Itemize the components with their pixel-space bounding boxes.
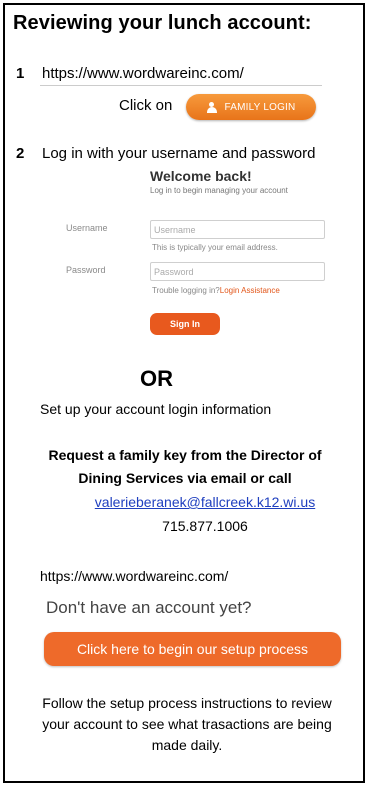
username-label: Username — [66, 223, 108, 233]
step-2-instruction: Log in with your username and password — [42, 145, 316, 162]
trouble-text: Trouble logging in? — [152, 286, 220, 295]
username-field[interactable]: Username — [150, 220, 325, 239]
step-1-number: 1 — [16, 65, 25, 82]
begin-setup-button[interactable]: Click here to begin our setup process — [44, 632, 341, 666]
footer-line-3: made daily. — [151, 737, 223, 753]
contact-phone: 715.877.1006 — [162, 518, 248, 534]
setup-info-text: Set up your account login information — [40, 401, 272, 417]
family-login-label: FAMILY LOGIN — [224, 101, 296, 113]
request-line-2: Dining Services via email or call — [78, 470, 292, 486]
username-hint: This is typically your email address. — [152, 243, 278, 252]
welcome-heading: Welcome back! — [150, 168, 252, 184]
no-account-text: Don't have an account yet? — [46, 598, 252, 617]
page-frame — [3, 3, 365, 783]
or-divider: OR — [140, 366, 173, 391]
password-field[interactable]: Password — [150, 262, 325, 281]
footer-line-2: your account to see what trasactions are… — [42, 716, 332, 732]
request-line-1: Request a family key from the Director o… — [48, 447, 322, 463]
setup-url[interactable]: https://www.wordwareinc.com/ — [40, 568, 228, 584]
family-login-button[interactable]: FAMILY LOGIN — [186, 94, 316, 120]
contact-email-link[interactable]: valerieberanek@fallcreek.k12.wi.us — [0, 494, 370, 510]
user-icon — [206, 101, 217, 113]
divider — [40, 85, 322, 86]
welcome-subtitle: Log in to begin managing your account — [150, 186, 288, 195]
step-1-url[interactable]: https://www.wordwareinc.com/ — [42, 65, 244, 82]
footer-line-1: Follow the setup process instructions to… — [42, 695, 332, 711]
password-label: Password — [66, 265, 106, 275]
trouble-logging-in: Trouble logging in?Login Assistance — [152, 286, 280, 295]
step-2-number: 2 — [16, 145, 25, 162]
click-on-label: Click on — [119, 97, 173, 114]
login-assistance-link[interactable]: Login Assistance — [220, 286, 280, 295]
sign-in-button[interactable]: Sign In — [150, 313, 220, 335]
